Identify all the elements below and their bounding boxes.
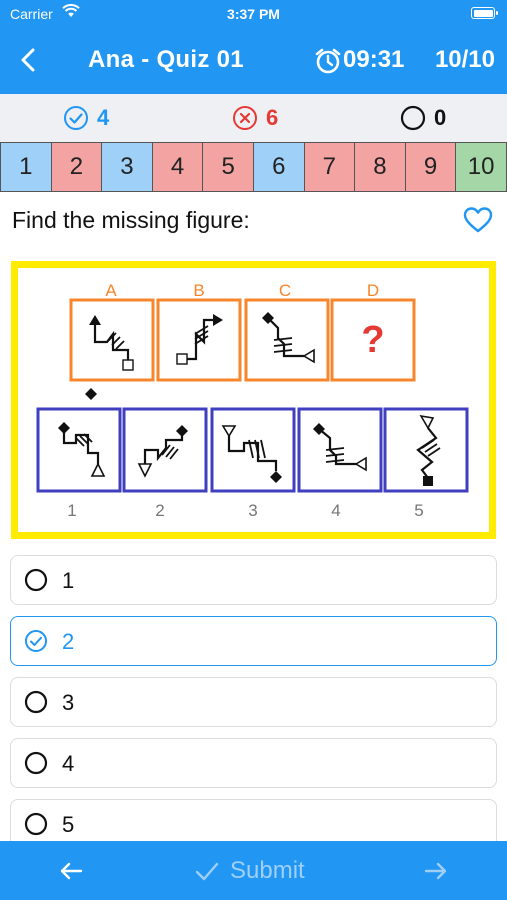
- wrong-count: 6: [232, 105, 278, 131]
- question-progress: 10/10: [434, 46, 495, 73]
- bottom-toolbar: Submit: [0, 841, 507, 900]
- answer-label-1: 1: [67, 501, 76, 520]
- question-navigator: 1 2 3 4 5 6 7 8 9 10: [0, 142, 507, 192]
- checkmark-icon: [195, 862, 219, 881]
- figure-box-c: [244, 298, 330, 382]
- question-cell-6[interactable]: 6: [253, 143, 305, 191]
- empty-circle-icon: [400, 105, 426, 131]
- score-bar: 4 6 0: [0, 94, 507, 142]
- puzzle-figure: A B C D ? 1 2 3 4 5: [11, 261, 496, 539]
- battery-icon: [471, 7, 498, 19]
- figure-box-d: ?: [330, 298, 416, 382]
- check-circle-icon: [25, 630, 47, 652]
- top-label-b: B: [193, 281, 204, 300]
- submit-label: Submit: [230, 857, 305, 884]
- question-cell-9[interactable]: 9: [405, 143, 457, 191]
- answer-figure-3: [210, 407, 296, 493]
- question-cell-4[interactable]: 4: [152, 143, 204, 191]
- answer-option-3[interactable]: 3: [10, 677, 497, 727]
- answer-option-label: 4: [62, 751, 75, 776]
- alarm-clock-icon: [315, 48, 341, 74]
- puzzle-figure-canvas: A B C D ? 1 2 3 4 5: [36, 281, 469, 520]
- answer-option-label: 1: [62, 568, 75, 593]
- answer-figure-2: [122, 407, 208, 493]
- answer-option-label: 3: [62, 690, 75, 715]
- answer-figure-5: [383, 407, 469, 493]
- status-bar: Carrier 3:37 PM: [0, 0, 507, 28]
- quiz-screen: Carrier 3:37 PM Ana - Quiz 01 09:31 10/1…: [0, 0, 507, 900]
- top-label-c: C: [279, 281, 291, 300]
- radio-empty-icon: [24, 568, 48, 592]
- figure-box-b: [156, 298, 242, 382]
- answer-label-3: 3: [248, 501, 257, 520]
- answer-option-2[interactable]: 2: [10, 616, 497, 666]
- figure-box-a: [69, 298, 155, 382]
- answer-option-1[interactable]: 1: [10, 555, 497, 605]
- back-button[interactable]: [14, 45, 44, 75]
- favorite-heart-icon[interactable]: [463, 206, 493, 234]
- question-text: Find the missing figure:: [12, 207, 250, 233]
- question-cell-2[interactable]: 2: [51, 143, 103, 191]
- wrong-count-value: 6: [266, 105, 279, 130]
- answer-option-4[interactable]: 4: [10, 738, 497, 788]
- answer-option-label: 5: [62, 812, 75, 837]
- question-cell-7[interactable]: 7: [304, 143, 356, 191]
- nav-bar: Ana - Quiz 01 09:31 10/10: [0, 28, 507, 94]
- question-cell-8[interactable]: 8: [355, 143, 406, 191]
- answer-option-label: 2: [62, 629, 75, 654]
- radio-empty-icon: [24, 812, 48, 836]
- unanswered-count: 0: [400, 105, 446, 131]
- next-arrow-icon[interactable]: [421, 856, 451, 886]
- top-label-d: D: [367, 281, 379, 300]
- header: Carrier 3:37 PM Ana - Quiz 01 09:31 10/1…: [0, 0, 507, 94]
- submit-button[interactable]: Submit: [194, 855, 305, 887]
- radio-empty-icon: [24, 690, 48, 714]
- correct-count: 4: [63, 105, 109, 131]
- question-cell-5[interactable]: 5: [203, 143, 254, 191]
- previous-arrow-icon[interactable]: [56, 856, 86, 886]
- answer-label-4: 4: [331, 501, 340, 520]
- question-cell-1[interactable]: 1: [0, 143, 52, 191]
- question-cell-3[interactable]: 3: [102, 143, 153, 191]
- check-circle-icon: [64, 106, 88, 130]
- quiz-title: Ana - Quiz 01: [88, 46, 244, 73]
- answer-label-2: 2: [155, 501, 164, 520]
- radio-empty-icon: [24, 751, 48, 775]
- status-time: 3:37 PM: [227, 6, 280, 22]
- timer-value: 09:31: [343, 46, 405, 73]
- correct-count-value: 4: [97, 105, 110, 130]
- unanswered-count-value: 0: [434, 105, 447, 130]
- loose-diamond-marker: [85, 388, 97, 400]
- missing-figure-mark: ?: [361, 319, 384, 361]
- x-circle-icon: [233, 106, 257, 130]
- top-label-a: A: [105, 281, 117, 300]
- question-cell-10[interactable]: 10: [456, 143, 507, 191]
- answer-figure-4: [297, 407, 383, 493]
- answer-figure-1: [36, 407, 122, 493]
- answer-label-5: 5: [414, 501, 423, 520]
